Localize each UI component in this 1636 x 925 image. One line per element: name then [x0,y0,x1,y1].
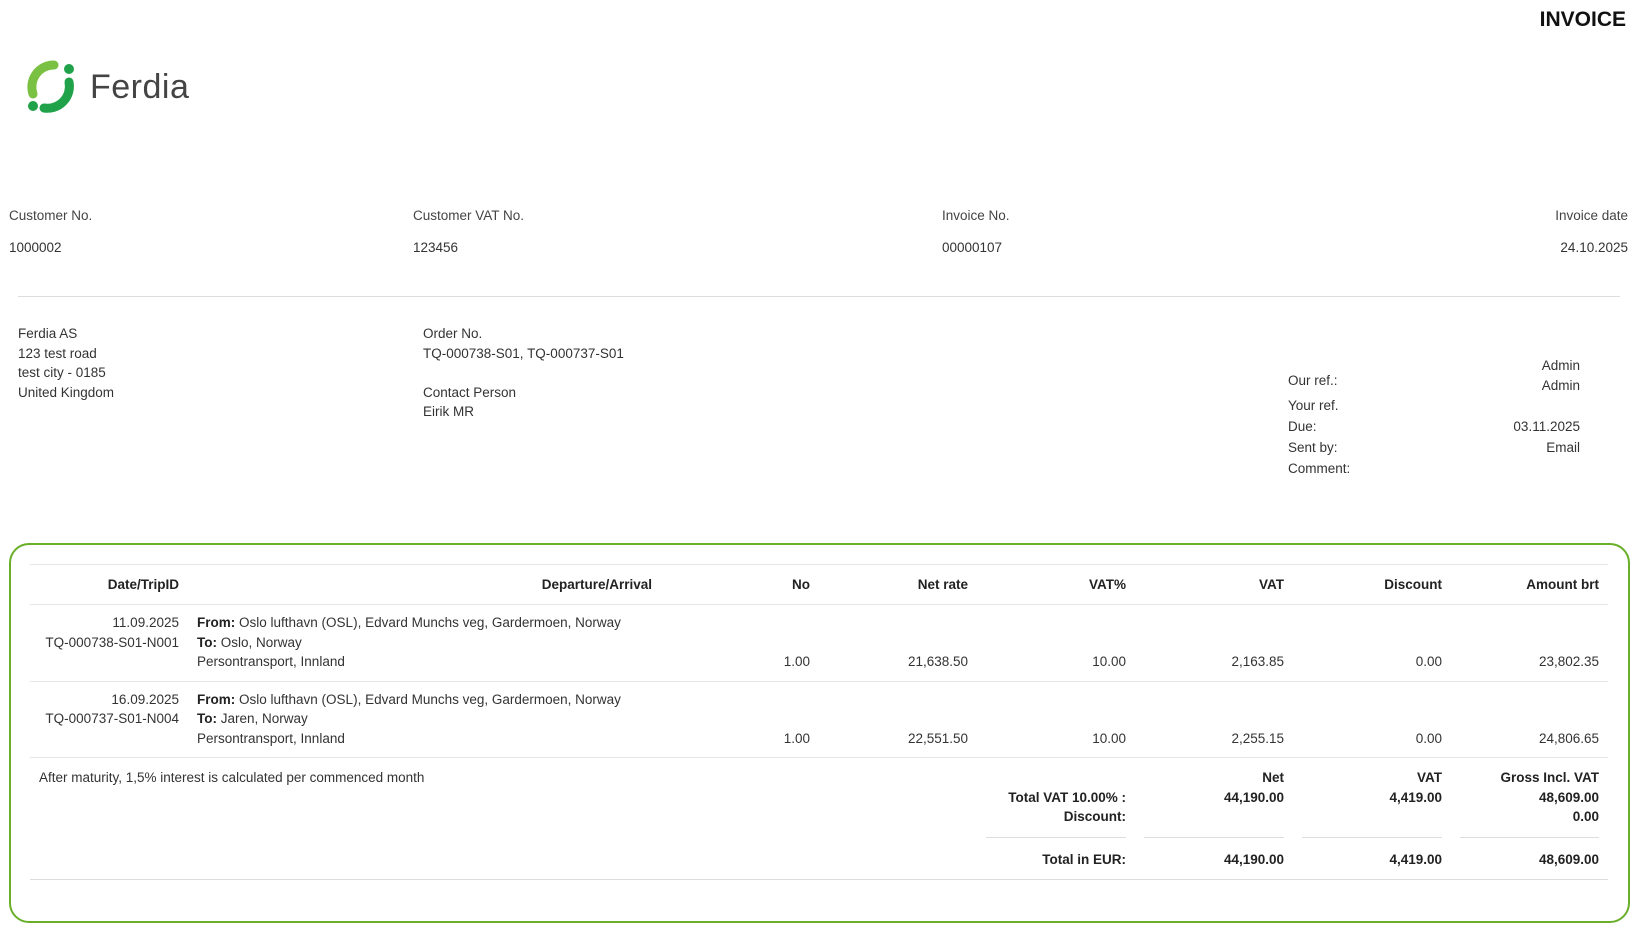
total-row: Total in EUR: 44,190.00 4,419.00 48,609.… [30,849,1608,880]
discount-label: Discount: [1063,809,1126,824]
total-vat-gross: 48,609.00 [1538,789,1599,805]
discount-value: 0.00 [1572,809,1599,824]
contact-value: Eirik MR [423,404,474,419]
discount-row: Discount: 0.00 [30,807,1608,827]
address-line: Ferdia AS [18,326,78,341]
invoice-date-value: 24.10.2025 [1560,240,1628,255]
to-value: Jaren, Norway [220,711,308,726]
our-ref-label: Our ref.: [1288,373,1338,388]
divider [18,296,1620,297]
logo-text: Ferdia [90,67,190,106]
total-vat-label: Total VAT 10.00% : [1008,789,1126,805]
contact-label: Contact Person [423,384,517,400]
address-line: test city - 0185 [18,365,106,380]
row-no: 1.00 [661,604,819,682]
total-vat: 4,419.00 [1293,849,1451,880]
order-info: Order No. TQ-000738-S01, TQ-000737-S01 C… [423,324,624,422]
to-value: Oslo, Norway [220,634,302,650]
row-net-rate: 21,638.50 [819,604,977,682]
row-vat-pct: 10.00 [977,604,1135,682]
row-date: 16.09.2025 [111,691,179,707]
row-net-rate: 22,551.50 [819,681,977,758]
due-value: 03.11.2025 [1513,419,1580,434]
invoice-lines-table: Date/TripID Departure/Arrival No Net rat… [30,564,1608,880]
sum-vat-header: VAT [1417,770,1442,785]
from-value: Oslo lufthavn (OSL), Edvard Munchs veg, … [239,615,621,630]
service: Persontransport, Innland [197,654,345,669]
col-vat-pct: VAT% [977,564,1135,605]
address-line: 123 test road [18,345,97,361]
table-header: Date/TripID Departure/Arrival No Net rat… [30,564,1608,605]
total-net: 44,190.00 [1135,849,1293,880]
due-label: Due: [1288,419,1317,434]
sum-gross-header: Gross Incl. VAT [1500,770,1599,785]
row-trip-id: TQ-000738-S01-N001 [45,634,179,650]
col-date: Date/TripID [30,564,188,605]
from-label: From: [197,615,236,630]
our-ref-value: Admin [1541,358,1580,373]
order-no-label: Order No. [423,326,483,341]
row-date: 11.09.2025 [112,615,179,630]
customer-no-value: 1000002 [9,240,62,255]
sent-by-value: Email [1546,440,1580,455]
reference-block: Our ref.: Admin Admin Your ref. Due: 03.11.… [1288,358,1580,479]
total-gross: 48,609.00 [1451,849,1608,880]
col-no: No [661,564,819,605]
row-vat-pct: 10.00 [977,681,1135,758]
document-title: INVOICE [1539,8,1626,31]
from-label: From: [197,691,236,707]
total-label: Total in EUR: [977,849,1135,880]
invoice-no-label: Invoice No. [942,208,1010,223]
customer-address: Ferdia AS 123 test road test city - 0185… [18,324,114,402]
summary-header: After maturity, 1,5% interest is calcula… [30,758,1608,788]
address-line: United Kingdom [18,384,115,400]
company-logo: Ferdia [22,58,189,116]
sum-net-header: Net [1262,770,1284,785]
table-row: 16.09.2025 TQ-000737-S01-N004 From: Oslo … [30,681,1608,758]
col-departure: Departure/Arrival [188,564,661,605]
customer-vat-value: 123456 [413,240,459,255]
total-vat-row: Total VAT 10.00% : 44,190.00 4,419.00 48… [30,788,1608,808]
to-label: To: [197,634,217,650]
row-trip-id: TQ-000737-S01-N004 [45,711,179,726]
total-vat-vat: 4,419.00 [1389,789,1442,805]
col-net-rate: Net rate [819,564,977,605]
to-label: To: [197,711,217,726]
sent-by-label: Sent by: [1288,440,1338,455]
interest-note: After maturity, 1,5% interest is calcula… [39,770,425,785]
row-vat: 2,163.85 [1135,604,1293,682]
row-amount: 24,806.65 [1451,681,1608,758]
summary-separator [30,827,1608,850]
row-amount: 23,802.35 [1451,604,1608,682]
row-discount: 0.00 [1293,681,1451,758]
your-ref-label: Your ref. [1288,398,1339,413]
table-row: 11.09.2025 TQ-000738-S01-N001 From: Oslo … [30,604,1608,682]
col-amount: Amount brt [1451,564,1608,605]
row-discount: 0.00 [1293,604,1451,682]
from-value: Oslo lufthavn (OSL), Edvard Munchs veg, … [239,691,621,707]
ferdia-logo-icon [27,60,74,113]
col-vat: VAT [1135,564,1293,605]
customer-vat-label: Customer VAT No. [413,208,525,223]
col-discount: Discount [1293,564,1451,605]
order-no-value: TQ-000738-S01, TQ-000737-S01 [423,345,624,361]
row-vat: 2,255.15 [1135,681,1293,758]
total-vat-net: 44,190.00 [1223,789,1284,805]
comment-label: Comment: [1288,461,1351,476]
invoice-date-label: Invoice date [1555,208,1628,223]
our-ref-value: Admin [1541,377,1580,393]
invoice-no-value: 00000107 [942,240,1003,255]
service: Persontransport, Innland [197,730,345,746]
row-no: 1.00 [661,681,819,758]
customer-no-label: Customer No. [9,208,93,223]
